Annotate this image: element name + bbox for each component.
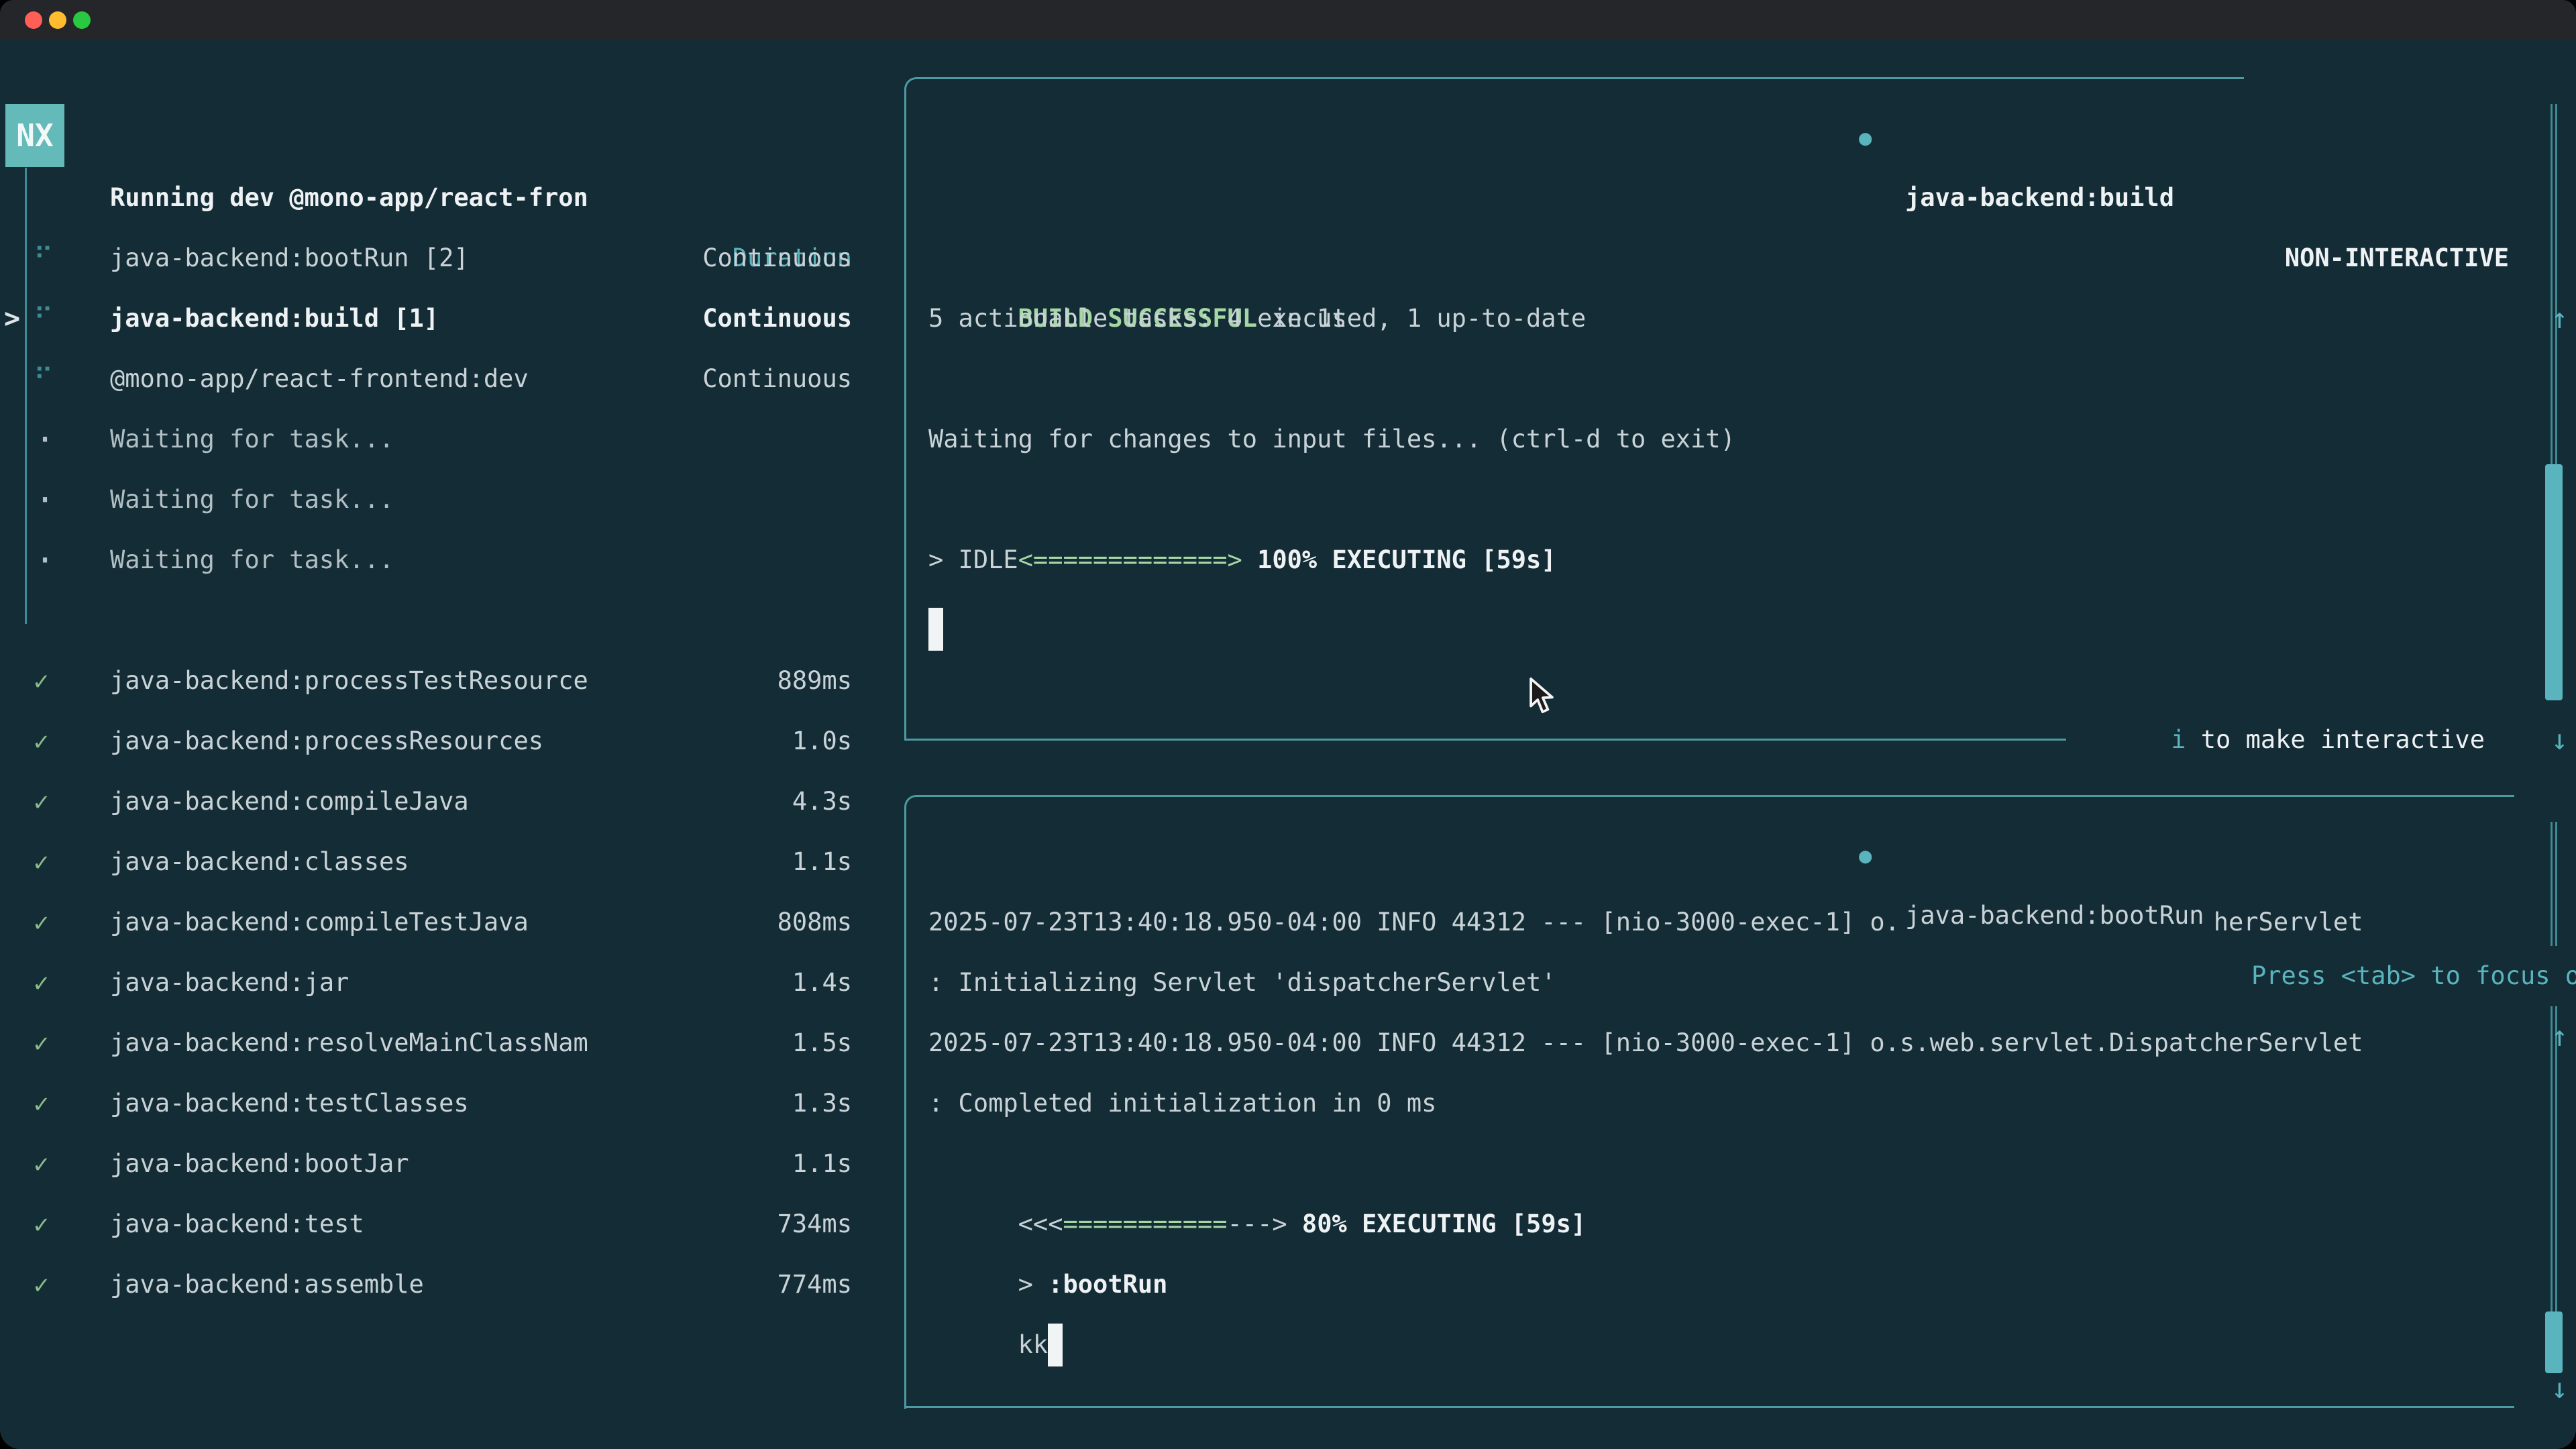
- check-icon: ✓: [34, 1194, 49, 1254]
- task-list-title: Running dev @mono-app/react-fron: [110, 168, 588, 228]
- window-titlebar: [0, 0, 2576, 40]
- check-icon: ✓: [34, 771, 49, 832]
- task-row[interactable]: · Waiting for task...: [0, 470, 899, 530]
- build-pane-header[interactable]: ● java-backend:build NON-INTERACTIVE ↑: [904, 47, 2576, 107]
- task-row[interactable]: ⠋ java-backend:bootRun [2] Continuous: [0, 228, 899, 288]
- task-name: Waiting for task...: [110, 530, 394, 590]
- completed-task-row[interactable]: ✓ java-backend:processResources 1.0s: [0, 711, 899, 771]
- completed-task-row[interactable]: ✓ java-backend:resolveMainClassNam 1.5s: [0, 1013, 899, 1073]
- task-duration: 1.1s: [792, 1134, 852, 1194]
- task-spinner-icon: ⠋: [34, 288, 53, 349]
- selection-pointer-icon: >: [4, 288, 20, 349]
- scroll-down-icon[interactable]: ↓: [2551, 710, 2568, 770]
- focus-output-hint: Press <tab> to focus output: [2242, 946, 2576, 1006]
- pane-dot-icon: ●: [1852, 107, 1878, 168]
- interactive-hint-text: to make interactive: [2186, 725, 2485, 754]
- bootrun-pane-bottom-border: [904, 1406, 2514, 1408]
- task-spinner-icon: ·: [35, 530, 55, 590]
- task-name: java-backend:processTestResource: [110, 651, 588, 711]
- task-status: Continuous: [702, 349, 852, 409]
- task-row[interactable]: > ⠋ java-backend:build [1] Continuous: [0, 288, 899, 349]
- bootrun-pane-header[interactable]: ● java-backend:bootRun Press <tab> to fo…: [904, 765, 2576, 825]
- task-name: Waiting for task...: [110, 409, 394, 470]
- task-list-header: Running dev @mono-app/react-fron Duratio…: [0, 107, 899, 168]
- task-duration: 808ms: [777, 892, 852, 953]
- task-name: java-backend:compileTestJava: [110, 892, 529, 953]
- check-icon: ✓: [34, 1013, 49, 1073]
- mouse-pointer-icon: [1527, 677, 1556, 716]
- check-icon: ✓: [34, 1254, 49, 1315]
- task-name: java-backend:build [1]: [110, 288, 439, 349]
- task-name: java-backend:jar: [110, 953, 349, 1013]
- task-name: java-backend:resolveMainClassNam: [110, 1013, 588, 1073]
- bootrun-pane-title: java-backend:bootRun: [1896, 885, 2214, 946]
- task-name: java-backend:bootRun [2]: [110, 228, 469, 288]
- make-interactive-hint: i to make interactive: [2160, 710, 2496, 770]
- task-name: java-backend:test: [110, 1194, 364, 1254]
- completed-task-row[interactable]: ✓ java-backend:assemble 774ms: [0, 1254, 899, 1315]
- task-name: java-backend:testClasses: [110, 1073, 469, 1134]
- task-spinner-icon: ·: [35, 409, 55, 470]
- task-spinner-icon: ⠋: [34, 228, 53, 288]
- running-task-list: ⠋ java-backend:bootRun [2] Continuous > …: [0, 228, 899, 590]
- task-name: Waiting for task...: [110, 470, 394, 530]
- task-duration: 4.3s: [792, 771, 852, 832]
- completed-task-row[interactable]: ✓ java-backend:bootJar 1.1s: [0, 1134, 899, 1194]
- task-duration: 734ms: [777, 1194, 852, 1254]
- task-name: java-backend:processResources: [110, 711, 543, 771]
- check-icon: ✓: [34, 1134, 49, 1194]
- minimize-window-button[interactable]: [49, 11, 66, 29]
- task-name: java-backend:compileJava: [110, 771, 469, 832]
- check-icon: ✓: [34, 651, 49, 711]
- task-duration: 1.4s: [792, 953, 852, 1013]
- completed-task-row[interactable]: ✓ java-backend:test 734ms: [0, 1194, 899, 1254]
- task-row[interactable]: ⠋ @mono-app/react-frontend:dev Continuou…: [0, 349, 899, 409]
- check-icon: ✓: [34, 711, 49, 771]
- task-spinner-icon: ⠋: [34, 349, 53, 409]
- scroll-up-icon[interactable]: ↑: [2551, 1006, 2568, 1067]
- check-icon: ✓: [34, 1073, 49, 1134]
- task-status: Continuous: [702, 288, 852, 349]
- close-window-button[interactable]: [25, 11, 42, 29]
- completed-task-row[interactable]: ✓ java-backend:jar 1.4s: [0, 953, 899, 1013]
- task-duration: 1.1s: [792, 832, 852, 892]
- completed-task-list: ✓ java-backend:processTestResource 889ms…: [0, 651, 899, 1315]
- task-status: Continuous: [702, 228, 852, 288]
- task-spinner-icon: ·: [35, 470, 55, 530]
- build-pane-bottom-border: [904, 739, 2066, 741]
- task-name: @mono-app/react-frontend:dev: [110, 349, 529, 409]
- task-duration: 1.0s: [792, 711, 852, 771]
- pane-dot-icon: ●: [1852, 825, 1878, 885]
- scroll-down-icon[interactable]: ↓: [2551, 1358, 2568, 1419]
- completed-task-row[interactable]: ✓ java-backend:compileJava 4.3s: [0, 771, 899, 832]
- task-row[interactable]: · Waiting for task...: [0, 530, 899, 590]
- task-name: java-backend:classes: [110, 832, 409, 892]
- task-duration: 1.5s: [792, 1013, 852, 1073]
- task-name: java-backend:assemble: [110, 1254, 424, 1315]
- build-pane-title: java-backend:build: [1896, 168, 2184, 228]
- check-icon: ✓: [34, 953, 49, 1013]
- build-scrollbar-thumb[interactable]: [2545, 464, 2563, 700]
- scroll-up-icon[interactable]: ↑: [2551, 288, 2568, 349]
- nx-tui-content: NX Running dev @mono-app/react-fron Dura…: [0, 40, 2576, 1449]
- task-duration: 774ms: [777, 1254, 852, 1315]
- bootrun-scrollbar-track[interactable]: [2551, 822, 2557, 1368]
- task-row[interactable]: · Waiting for task...: [0, 409, 899, 470]
- completed-task-row[interactable]: ✓ java-backend:classes 1.1s: [0, 832, 899, 892]
- check-icon: ✓: [34, 892, 49, 953]
- non-interactive-badge: NON-INTERACTIVE: [2285, 228, 2509, 288]
- left-panel-footer: ← 1/2 → quit: q help: ?: [0, 1375, 899, 1436]
- interactive-key: i: [2171, 725, 2186, 754]
- terminal-window: NX Running dev @mono-app/react-fron Dura…: [0, 0, 2576, 1449]
- completed-task-row[interactable]: ✓ java-backend:compileTestJava 808ms: [0, 892, 899, 953]
- zoom-window-button[interactable]: [73, 11, 91, 29]
- completed-task-row[interactable]: ✓ java-backend:testClasses 1.3s: [0, 1073, 899, 1134]
- completed-task-row[interactable]: ✓ java-backend:processTestResource 889ms: [0, 651, 899, 711]
- check-icon: ✓: [34, 832, 49, 892]
- bootrun-pane-border: [904, 795, 2514, 1409]
- task-name: java-backend:bootJar: [110, 1134, 409, 1194]
- task-duration: 889ms: [777, 651, 852, 711]
- task-duration: 1.3s: [792, 1073, 852, 1134]
- pagination: ← 1/2 →: [35, 1436, 140, 1449]
